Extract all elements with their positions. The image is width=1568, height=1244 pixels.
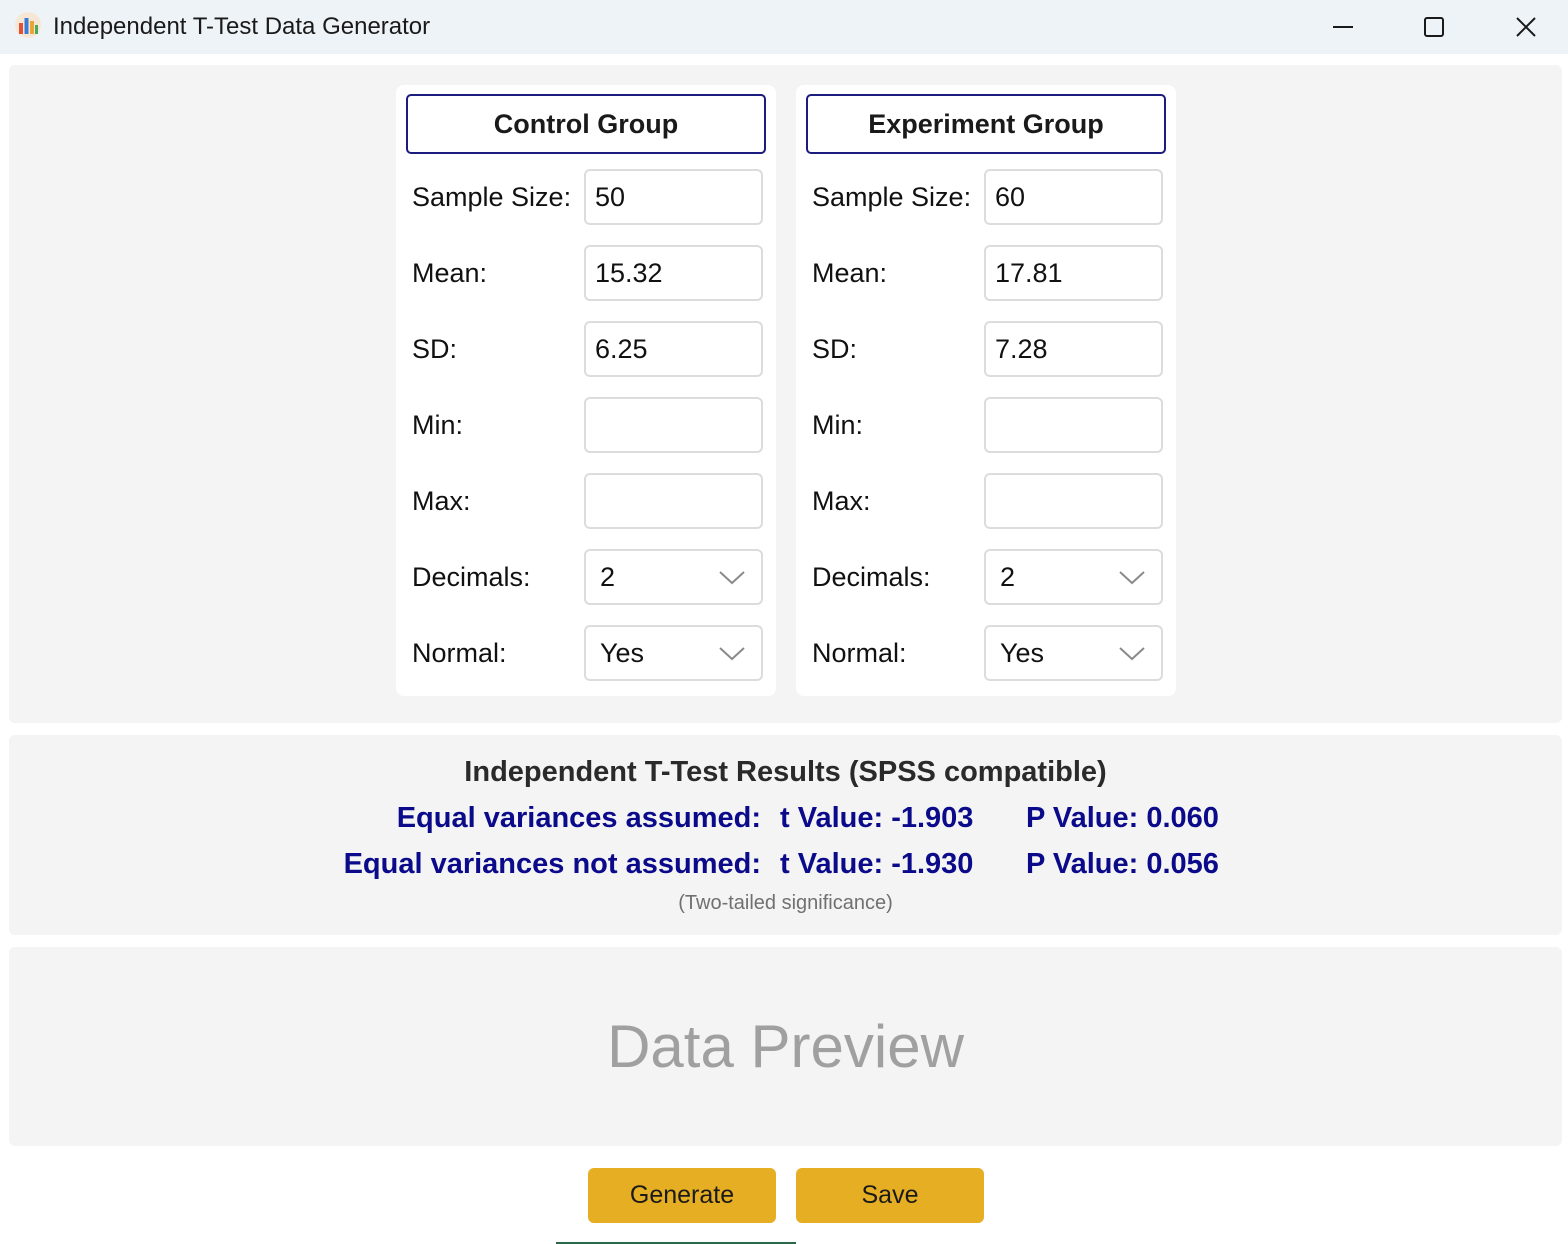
experiment-max-input[interactable] <box>984 473 1163 529</box>
decimals-label: Decimals: <box>812 562 931 592</box>
experiment-normal-select[interactable]: Yes <box>984 625 1163 681</box>
sd-label: SD: <box>412 334 458 364</box>
equal-variances-p-value: P Value: 0.060 <box>1026 802 1219 834</box>
control-decimals-value: 2 <box>600 562 616 592</box>
generate-button[interactable]: Generate <box>588 1168 776 1223</box>
control-group-card: Control Group Sample Size: Mean: SD: Min… <box>396 85 776 696</box>
data-preview-placeholder: Data Preview <box>607 1012 964 1080</box>
control-mean-input[interactable] <box>584 245 763 301</box>
mean-label: Mean: <box>412 258 488 288</box>
results-title: Independent T-Test Results (SPSS compati… <box>464 756 1107 788</box>
chevron-down-icon <box>719 647 745 661</box>
unequal-variances-p-value: P Value: 0.056 <box>1026 848 1219 880</box>
control-decimals-select[interactable]: 2 <box>584 549 763 605</box>
title-bar: Independent T-Test Data Generator <box>0 0 1568 54</box>
control-sample-size-input[interactable] <box>584 169 763 225</box>
normal-label: Normal: <box>412 638 507 668</box>
save-button[interactable]: Save <box>796 1168 984 1223</box>
normal-label: Normal: <box>812 638 907 668</box>
max-label: Max: <box>812 486 871 516</box>
equal-variances-t-value: t Value: -1.903 <box>780 802 974 834</box>
chevron-down-icon <box>719 571 745 585</box>
sample-size-label: Sample Size: <box>412 182 572 212</box>
maximize-button[interactable] <box>1388 0 1480 54</box>
data-preview-panel: Data Preview <box>9 947 1562 1146</box>
window-title: Independent T-Test Data Generator <box>53 13 431 40</box>
maximize-icon <box>1424 17 1444 37</box>
mean-label: Mean: <box>812 258 888 288</box>
control-sd-input[interactable] <box>584 321 763 377</box>
chevron-down-icon <box>1119 647 1145 661</box>
unequal-variances-label: Equal variances not assumed: <box>343 848 761 880</box>
results-panel: Independent T-Test Results (SPSS compati… <box>9 735 1562 935</box>
control-max-input[interactable] <box>584 473 763 529</box>
experiment-group-header: Experiment Group <box>806 94 1166 154</box>
sample-size-label: Sample Size: <box>812 182 972 212</box>
equal-variances-label: Equal variances assumed: <box>396 802 761 834</box>
unequal-variances-t-value: t Value: -1.930 <box>780 848 974 880</box>
max-label: Max: <box>412 486 471 516</box>
close-icon <box>1516 17 1536 37</box>
control-normal-select[interactable]: Yes <box>584 625 763 681</box>
experiment-decimals-value: 2 <box>1000 562 1016 592</box>
experiment-mean-input[interactable] <box>984 245 1163 301</box>
bar-chart-icon <box>15 12 41 38</box>
experiment-sd-input[interactable] <box>984 321 1163 377</box>
close-button[interactable] <box>1480 0 1568 54</box>
experiment-normal-value: Yes <box>1000 638 1045 668</box>
experiment-group-card: Experiment Group Sample Size: Mean: SD: … <box>796 85 1176 696</box>
control-normal-value: Yes <box>600 638 645 668</box>
experiment-sample-size-input[interactable] <box>984 169 1163 225</box>
min-label: Min: <box>412 410 464 440</box>
sd-label: SD: <box>812 334 858 364</box>
decimals-label: Decimals: <box>412 562 531 592</box>
experiment-decimals-select[interactable]: 2 <box>984 549 1163 605</box>
chevron-down-icon <box>1119 571 1145 585</box>
control-min-input[interactable] <box>584 397 763 453</box>
control-group-header: Control Group <box>406 94 766 154</box>
group-settings-panel: Control Group Sample Size: Mean: SD: Min… <box>9 65 1562 723</box>
minimize-icon <box>1333 26 1353 28</box>
results-note: (Two-tailed significance) <box>678 892 893 914</box>
min-label: Min: <box>812 410 864 440</box>
minimize-button[interactable] <box>1297 0 1389 54</box>
experiment-min-input[interactable] <box>984 397 1163 453</box>
